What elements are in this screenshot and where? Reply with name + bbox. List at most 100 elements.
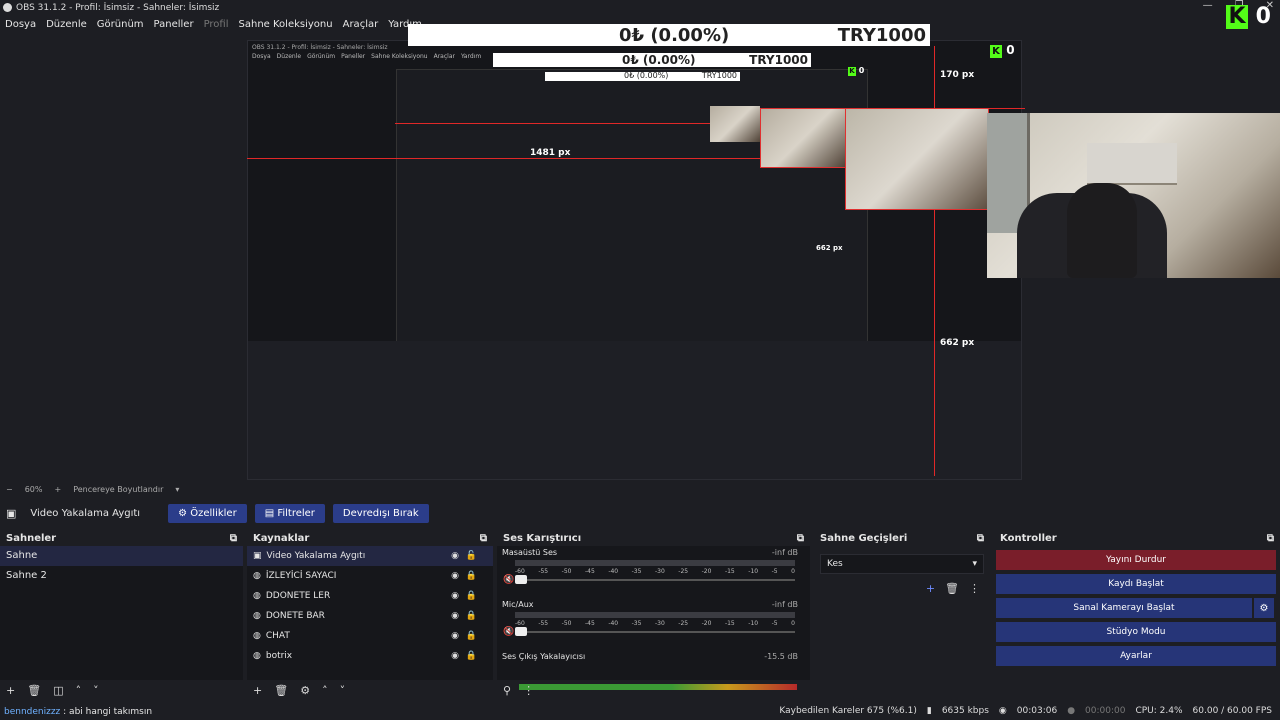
move-up-button[interactable]: ˄ [322, 684, 328, 697]
start-recording-button[interactable]: Kaydı Başlat [996, 574, 1276, 594]
browser-icon: ◍ [253, 611, 261, 621]
add-source-button[interactable]: + [253, 684, 262, 697]
fps: 60.00 / 60.00 FPS [1192, 706, 1272, 716]
sources-title: Kaynaklar [253, 532, 310, 544]
volume-slider-handle[interactable] [515, 627, 527, 636]
visibility-eye-icon[interactable]: ◉ [451, 651, 459, 661]
move-down-button[interactable]: ˅ [93, 684, 99, 697]
sources-footer: + 🗑 ⚙ ˄ ˅ [247, 680, 493, 700]
camera-feed[interactable] [987, 113, 1280, 278]
visibility-eye-icon[interactable]: ◉ [451, 631, 459, 641]
scenes-title: Sahneler [6, 532, 57, 544]
room-shelf [1087, 143, 1177, 185]
advanced-audio-icon[interactable]: ⚲ [503, 684, 511, 697]
lock-icon[interactable]: 🔒 [466, 611, 477, 621]
lock-icon[interactable]: 🔓 [466, 551, 477, 561]
ticker-overlay[interactable]: 0₺ (0.00%) TRY1000 [408, 24, 930, 46]
volume-meter [515, 560, 795, 566]
visibility-eye-icon[interactable]: ◉ [451, 571, 459, 581]
transitions-header: Sahne Geçişleri ⧉ [814, 530, 990, 546]
move-down-button[interactable]: ˅ [340, 684, 346, 697]
camera-icon: ▣ [253, 551, 262, 561]
source-item[interactable]: ▣ Video Yakalama Aygıtı ◉ 🔓 [247, 546, 493, 566]
gear-icon[interactable]: ⚙ [1254, 598, 1274, 618]
visibility-eye-icon[interactable]: ◉ [451, 611, 459, 621]
source-item[interactable]: ◍ DDONETE LER ◉ 🔒 [247, 586, 493, 606]
remove-source-button[interactable]: 🗑 [274, 684, 288, 697]
move-up-button[interactable]: ˄ [76, 684, 82, 697]
add-transition-button[interactable]: + [926, 582, 935, 595]
streamer [1067, 183, 1137, 278]
source-item[interactable]: ◍ İZLEYİCİ SAYACI ◉ 🔒 [247, 566, 493, 586]
zoom-in-button[interactable]: + [54, 485, 61, 494]
kick-viewer-counter-nested: K 0 [990, 43, 1015, 58]
scene-item[interactable]: Sahne [0, 546, 243, 566]
browser-icon: ◍ [253, 651, 261, 661]
source-item[interactable]: ◍ DONETE BAR ◉ 🔒 [247, 606, 493, 626]
dock-float-icon[interactable]: ⧉ [797, 533, 804, 544]
speaker-muted-icon[interactable]: 🔇 [503, 575, 514, 585]
kick-viewer-counter[interactable]: K 0 [1226, 4, 1271, 29]
menu-docks[interactable]: Paneller [154, 19, 194, 30]
deactivate-button[interactable]: Devredışı Bırak [332, 503, 429, 523]
volume-slider-track[interactable] [515, 579, 795, 581]
dock-float-icon[interactable]: ⧉ [230, 533, 237, 544]
ticker-value: 0₺ (0.00%) [619, 25, 730, 46]
volume-meter [515, 612, 795, 618]
lock-icon[interactable]: 🔒 [466, 571, 477, 581]
volume-slider-handle[interactable] [515, 575, 527, 584]
lock-icon[interactable]: 🔒 [466, 631, 477, 641]
menu-file[interactable]: Dosya [5, 19, 36, 30]
more-options-icon[interactable]: ⋮ [969, 582, 980, 595]
menu-tools[interactable]: Araçlar [343, 19, 379, 30]
source-properties-gear-icon[interactable]: ⚙ [300, 684, 310, 697]
px-label: 662 px [940, 338, 975, 348]
px-label: 170 px [940, 70, 975, 80]
title-bar: OBS 31.1.2 - Profil: İsimsiz - Sahneler:… [0, 0, 1280, 16]
transition-select[interactable]: Kes ▾ [820, 554, 984, 574]
scene-item[interactable]: Sahne 2 [0, 566, 243, 586]
dock-float-icon[interactable]: ⧉ [480, 533, 487, 544]
mixer-channel: Masaüstü Ses -inf dB -60 -55 -50 -45 -40 -35-… [497, 546, 810, 598]
scene-filter-button[interactable]: ◫ [53, 684, 63, 697]
dock-float-icon[interactable]: ⧉ [1267, 533, 1274, 544]
virtual-camera-button[interactable]: Sanal Kamerayı Başlat ⚙ [996, 598, 1274, 618]
menu-scene-collection[interactable]: Sahne Koleksiyonu [239, 19, 333, 30]
minimize-button[interactable]: — [1203, 0, 1213, 11]
filters-button[interactable]: ▤ Filtreler [254, 503, 325, 523]
lock-icon[interactable]: 🔒 [466, 651, 477, 661]
source-item[interactable]: ◍ botrix ◉ 🔒 [247, 646, 493, 666]
nested-docks [248, 341, 1021, 479]
stop-stream-button[interactable]: Yayını Durdur [996, 550, 1276, 570]
channel-name: Ses Çıkış Yakalayıcısı [502, 652, 586, 661]
mixer-title: Ses Karıştırıcı [503, 532, 582, 544]
properties-button[interactable]: ⚙ Özellikler [168, 503, 247, 523]
dock-float-icon[interactable]: ⧉ [977, 533, 984, 544]
controls-header: Kontroller ⧉ [994, 530, 1280, 546]
volume-slider-track[interactable] [515, 631, 795, 633]
kick-logo-icon: K [848, 67, 856, 76]
source-item[interactable]: ◍ CHAT ◉ 🔒 [247, 626, 493, 646]
studio-mode-button[interactable]: Stüdyo Modu [996, 622, 1276, 642]
menu-view[interactable]: Görünüm [97, 19, 144, 30]
menu-edit[interactable]: Düzenle [46, 19, 87, 30]
visibility-eye-icon[interactable]: ◉ [451, 591, 459, 601]
channel-db: -inf dB [771, 600, 798, 609]
more-options-icon[interactable]: ⋮ [523, 684, 534, 697]
settings-button[interactable]: Ayarlar [996, 646, 1276, 666]
meter-scale: -60 -55 -50 -45 -40 -35 -30 -25 -20 -15 -10 -5 0 [515, 620, 795, 627]
add-scene-button[interactable]: + [6, 684, 15, 697]
chevron-down-icon[interactable]: ▾ [175, 485, 179, 494]
scenes-dock: Sahneler ⧉ Sahne Sahne 2 + 🗑 ◫ ˄ ˅ [0, 530, 243, 700]
speaker-muted-icon[interactable]: 🔇 [503, 627, 514, 637]
visibility-eye-icon[interactable]: ◉ [451, 551, 459, 561]
chat-username: benndenizzz [4, 707, 61, 717]
remove-scene-button[interactable]: 🗑 [27, 684, 41, 697]
lock-icon[interactable]: 🔒 [466, 591, 477, 601]
zoom-out-button[interactable]: − [6, 485, 13, 494]
scenes-list: Sahne Sahne 2 [0, 546, 243, 680]
menu-profile[interactable]: Profil [204, 19, 229, 30]
channel-name: Mic/Aux [502, 600, 534, 609]
px-label: 662 px [816, 244, 843, 252]
remove-transition-button[interactable]: 🗑 [945, 582, 959, 595]
